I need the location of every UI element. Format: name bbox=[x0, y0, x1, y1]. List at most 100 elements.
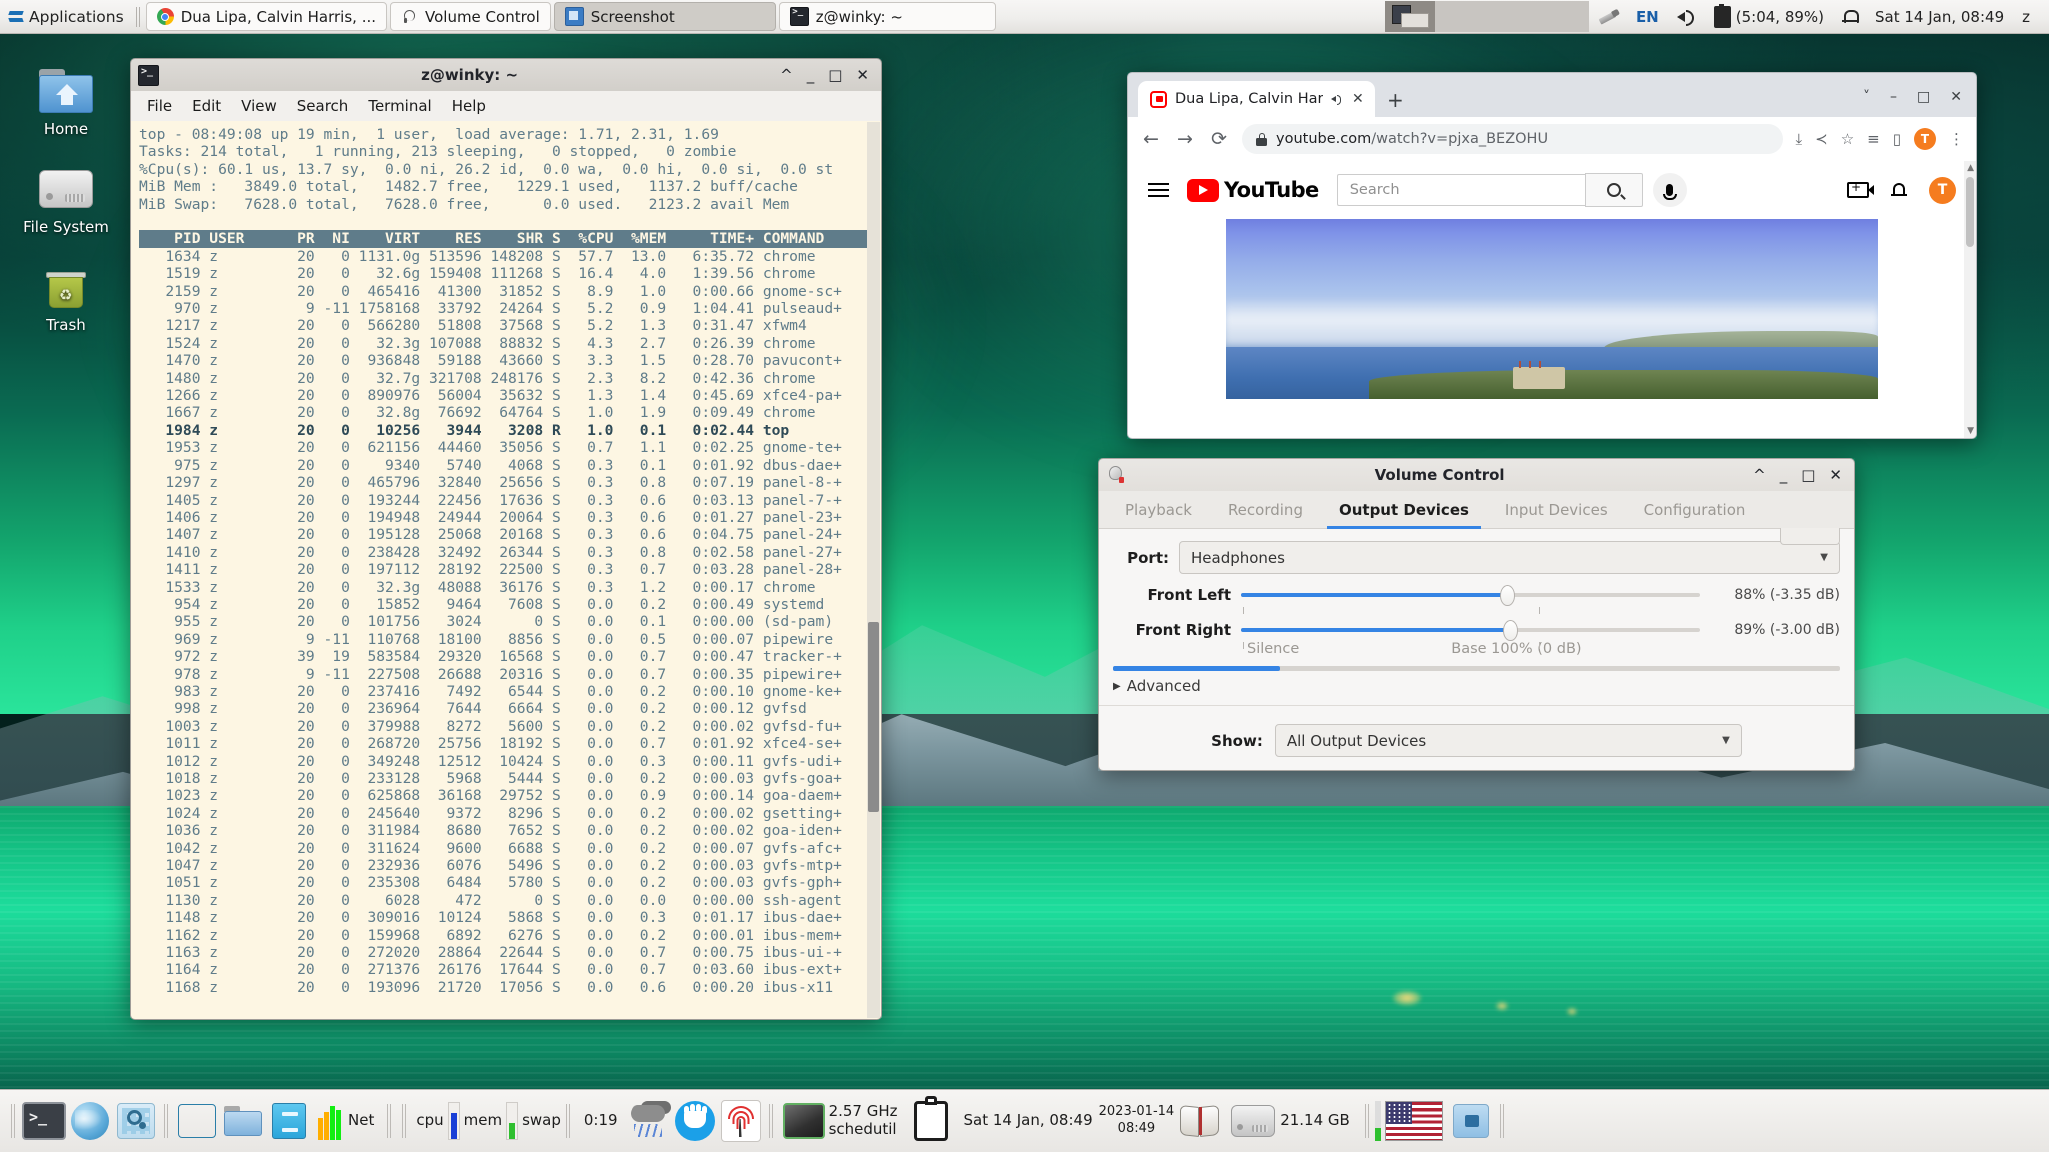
volume-window-buttons[interactable]: ^ _ □ ✕ bbox=[1753, 467, 1847, 483]
bookmark-star-icon[interactable]: ☆ bbox=[1841, 130, 1854, 148]
workspace-1[interactable] bbox=[1384, 1, 1436, 32]
tab-playback[interactable]: Playback bbox=[1107, 493, 1210, 528]
new-tab-button[interactable]: + bbox=[1375, 88, 1416, 117]
volume-tray-button[interactable] bbox=[1668, 0, 1705, 33]
taskbar-item-terminal[interactable]: z@winky: ~ bbox=[778, 2, 996, 31]
workspace-4[interactable] bbox=[1537, 1, 1589, 32]
reading-list-icon[interactable]: ≡ bbox=[1867, 130, 1880, 148]
minimize-button[interactable]: – bbox=[1890, 89, 1897, 105]
back-button[interactable]: ← bbox=[1140, 128, 1162, 150]
tab-audio-playing-icon[interactable] bbox=[1331, 93, 1344, 105]
taskbar-item-screenshot[interactable]: Screenshot bbox=[553, 2, 776, 31]
menu-terminal[interactable]: Terminal bbox=[358, 94, 441, 118]
menu-help[interactable]: Help bbox=[442, 94, 496, 118]
disk-usage-indicator[interactable] bbox=[1226, 1098, 1280, 1144]
tab-configuration[interactable]: Configuration bbox=[1626, 493, 1764, 528]
menu-file[interactable]: File bbox=[137, 94, 182, 118]
scroll-down-arrow-icon[interactable]: ▼ bbox=[1967, 426, 1974, 436]
front-left-slider[interactable] bbox=[1241, 584, 1700, 614]
front-right-slider[interactable] bbox=[1241, 619, 1700, 649]
tab-close-icon[interactable]: ✕ bbox=[1352, 91, 1364, 107]
tab-input-devices[interactable]: Input Devices bbox=[1487, 493, 1626, 528]
user-menu-button[interactable]: z bbox=[2013, 0, 2039, 33]
search-button[interactable] bbox=[1584, 173, 1643, 207]
top-panel[interactable]: Applications Dua Lipa, Calvin Harris, ..… bbox=[0, 0, 2049, 34]
chrome-tab-strip[interactable]: Dua Lipa, Calvin Harris, ✕ + ˅ – □ ✕ bbox=[1127, 72, 1977, 117]
dock-handle[interactable] bbox=[11, 1104, 16, 1138]
menu-search[interactable]: Search bbox=[287, 94, 359, 118]
create-video-icon[interactable] bbox=[1847, 180, 1874, 198]
mem-monitor-graph[interactable] bbox=[506, 1102, 519, 1140]
cpu-freq-indicator[interactable] bbox=[779, 1098, 829, 1144]
keyboard-layout-flag[interactable] bbox=[1381, 1098, 1447, 1144]
minimize-button[interactable]: _ bbox=[1780, 467, 1788, 483]
terminal-titlebar[interactable]: z@winky: ~ ^ _ □ ✕ bbox=[130, 58, 882, 91]
dock-archive-launcher[interactable] bbox=[266, 1098, 312, 1144]
share-icon[interactable]: ≺ bbox=[1815, 130, 1828, 148]
network-monitor-graph[interactable] bbox=[312, 1098, 346, 1144]
close-button[interactable]: ✕ bbox=[1829, 467, 1842, 483]
chrome-toolbar-icons[interactable]: ⤓ ≺ ☆ ≡ ▯ T ⋮ bbox=[1795, 128, 1964, 150]
address-bar[interactable]: youtube.com/watch?v=pjxa_BEZOHU bbox=[1242, 124, 1784, 154]
workspace-2[interactable] bbox=[1435, 1, 1487, 32]
youtube-header[interactable]: YouTube Search T bbox=[1128, 161, 1976, 219]
install-app-icon[interactable]: ⤓ bbox=[1795, 130, 1802, 148]
bottom-dock[interactable]: Net cpu mem swap 0:19 2.57 GHz schedutil… bbox=[0, 1089, 2049, 1152]
volume-control-window[interactable]: Volume Control ^ _ □ ✕ Playback Recordin… bbox=[1098, 458, 1855, 771]
menu-view[interactable]: View bbox=[231, 94, 287, 118]
desktop-icon-file-system[interactable]: File System bbox=[14, 160, 118, 236]
desktop-icon-trash[interactable]: ♻ Trash bbox=[14, 258, 118, 334]
tab-search-chevron-icon[interactable]: ˅ bbox=[1863, 89, 1870, 105]
video-player-wrap[interactable] bbox=[1226, 219, 1878, 399]
scroll-up-arrow-icon[interactable]: ▲ bbox=[1967, 163, 1974, 173]
terminal-scrollbar-thumb[interactable] bbox=[868, 622, 879, 812]
taskbar-item-chrome[interactable]: Dua Lipa, Calvin Harris, ... bbox=[145, 2, 387, 31]
show-dropdown[interactable]: All Output Devices ▼ bbox=[1274, 724, 1742, 757]
advanced-expander[interactable]: ▶ Advanced bbox=[1099, 671, 1854, 695]
workspace-3[interactable] bbox=[1486, 1, 1538, 32]
maximize-button[interactable]: □ bbox=[1801, 467, 1815, 483]
dock-display-launcher[interactable] bbox=[174, 1098, 220, 1144]
notifications-tray-button[interactable] bbox=[1833, 0, 1866, 33]
menu-edit[interactable]: Edit bbox=[182, 94, 231, 118]
panel-clock[interactable]: Sat 14 Jan, 08:49 bbox=[1866, 0, 2013, 33]
voice-search-button[interactable] bbox=[1652, 173, 1687, 207]
dock-filemanager-launcher[interactable] bbox=[220, 1098, 266, 1144]
minimize-button[interactable]: _ bbox=[807, 67, 815, 83]
terminal-scrollbar[interactable] bbox=[867, 122, 880, 1018]
cpu-monitor-graph[interactable] bbox=[447, 1102, 460, 1140]
maximize-button[interactable]: □ bbox=[828, 67, 842, 83]
reload-button[interactable]: ⟳ bbox=[1208, 128, 1230, 150]
youtube-avatar[interactable]: T bbox=[1929, 176, 1956, 204]
chrome-menu-icon[interactable]: ⋮ bbox=[1949, 130, 1964, 148]
clipboard-manager[interactable] bbox=[908, 1096, 954, 1144]
video-player[interactable] bbox=[1226, 219, 1878, 399]
terminal-window[interactable]: z@winky: ~ ^ _ □ ✕ File Edit View Search… bbox=[130, 58, 882, 1020]
chrome-toolbar[interactable]: ← → ⟳ youtube.com/watch?v=pjxa_BEZOHU ⤓ … bbox=[1127, 117, 1977, 161]
hamburger-menu-icon[interactable] bbox=[1148, 182, 1169, 198]
volume-titlebar[interactable]: Volume Control ^ _ □ ✕ bbox=[1098, 458, 1855, 491]
terminal-menubar[interactable]: File Edit View Search Terminal Help bbox=[130, 91, 882, 121]
workspace-pager[interactable] bbox=[1384, 1, 1589, 32]
screenshot-launcher[interactable] bbox=[1447, 1098, 1495, 1144]
search-input[interactable]: Search bbox=[1336, 174, 1585, 206]
slider-knob[interactable] bbox=[1500, 585, 1516, 606]
terminal-window-buttons[interactable]: ^ _ □ ✕ bbox=[780, 67, 874, 83]
port-dropdown[interactable]: Headphones ▼ bbox=[1179, 541, 1840, 574]
battery-indicator[interactable]: (5:04, 89%) bbox=[1705, 0, 1833, 33]
chrome-window-buttons[interactable]: ˅ – □ ✕ bbox=[1863, 89, 1976, 117]
page-scrollbar[interactable]: ▲ ▼ bbox=[1964, 161, 1976, 438]
weather-indicator[interactable] bbox=[626, 1098, 672, 1144]
side-panel-icon[interactable]: ▯ bbox=[1893, 130, 1901, 148]
dock-terminal-launcher[interactable] bbox=[21, 1098, 67, 1144]
maximize-button[interactable]: □ bbox=[1917, 89, 1930, 105]
tray-pencil[interactable] bbox=[1589, 0, 1627, 33]
dock-browser-launcher[interactable] bbox=[67, 1098, 113, 1144]
notifications-bell-icon[interactable] bbox=[1891, 181, 1907, 199]
tab-recording[interactable]: Recording bbox=[1210, 493, 1321, 528]
system-tray[interactable]: EN (5:04, 89%) Sat 14 Jan, 08:49 z bbox=[1384, 0, 2049, 33]
slider-knob[interactable] bbox=[1503, 620, 1519, 641]
forward-button[interactable]: → bbox=[1174, 128, 1196, 150]
youtube-logo[interactable]: YouTube bbox=[1187, 178, 1319, 202]
close-button[interactable]: ✕ bbox=[1950, 89, 1962, 105]
